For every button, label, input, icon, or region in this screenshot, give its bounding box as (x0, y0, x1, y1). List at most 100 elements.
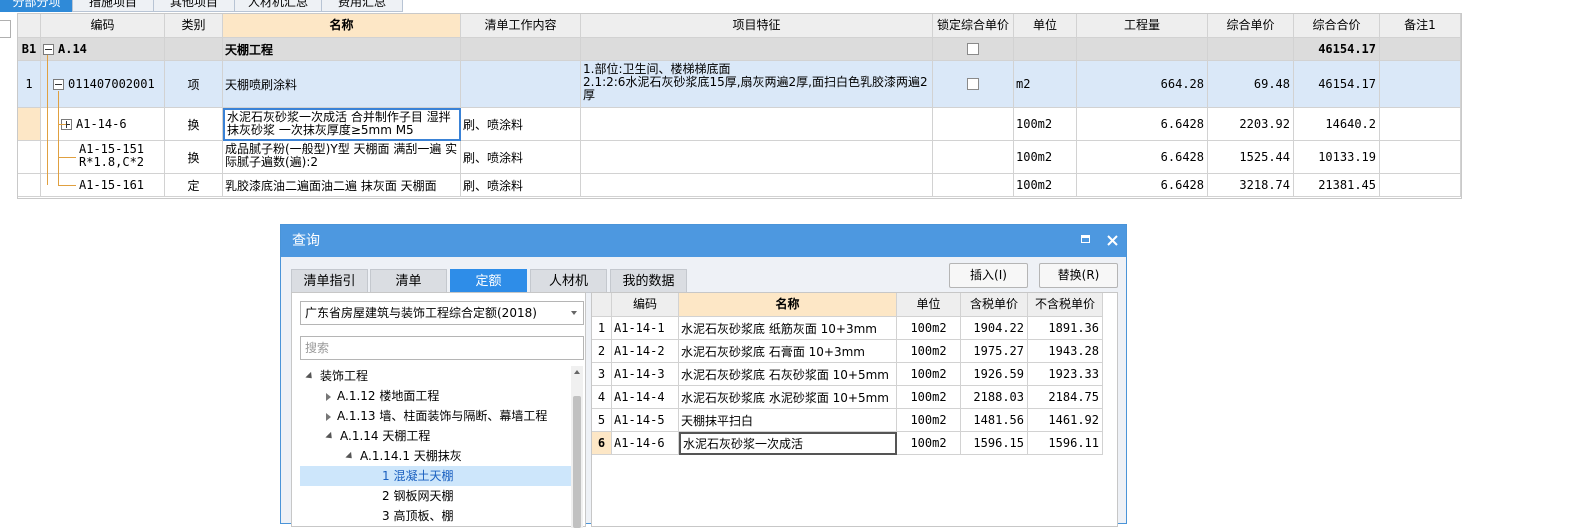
result-cell-tax-price[interactable]: 1904.22 (961, 317, 1028, 340)
table-row-code[interactable]: A.14 (41, 38, 165, 61)
table-cell-qty[interactable]: 6.6428 (1077, 108, 1208, 141)
table-cell-price[interactable] (1208, 38, 1294, 61)
tree-node-a114[interactable]: A.1.14 天棚工程 (300, 426, 571, 446)
tree-node-a113[interactable]: A.1.13 墙、柱面装饰与隔断、幕墙工程 (300, 406, 571, 426)
tree-node-steel-mesh-ceiling[interactable]: 2 钢板网天棚 (300, 486, 571, 506)
col-header-total[interactable]: 综合合价 (1294, 14, 1380, 38)
result-cell-code[interactable]: A1-14-4 (612, 386, 679, 409)
tree-node-a1141[interactable]: A.1.14.1 天棚抹灰 (300, 446, 571, 466)
table-cell-price[interactable]: 1525.44 (1208, 141, 1294, 174)
result-cell-code[interactable]: A1-14-3 (612, 363, 679, 386)
result-cell-notax-price[interactable]: 1943.28 (1028, 340, 1103, 363)
result-cell-name-active[interactable]: 水泥石灰砂浆一次成活 (679, 432, 897, 455)
replace-button[interactable]: 替换(R) (1039, 263, 1118, 288)
table-cell-price[interactable]: 3218.74 (1208, 174, 1294, 197)
result-cell-code[interactable]: A1-14-1 (612, 317, 679, 340)
insert-button[interactable]: 插入(I) (949, 263, 1028, 288)
tab-feiyong-huizong[interactable]: 费用汇总 (321, 0, 403, 12)
result-cell-name[interactable]: 水泥石灰砂浆底 纸筋灰面 10+3mm (679, 317, 897, 340)
result-cell-notax-price[interactable]: 1923.33 (1028, 363, 1103, 386)
expanded-triangle-icon[interactable] (325, 431, 335, 442)
result-cell-unit[interactable]: 100m2 (897, 432, 961, 455)
table-cell-feature[interactable] (581, 38, 933, 61)
col-header-qty[interactable]: 工程量 (1077, 14, 1208, 38)
tab-bill-guide[interactable]: 清单指引 (291, 269, 368, 293)
result-cell-tax-price[interactable]: 1926.59 (961, 363, 1028, 386)
col-header-feature[interactable]: 项目特征 (581, 14, 933, 38)
table-cell-qty[interactable]: 6.6428 (1077, 174, 1208, 197)
close-icon[interactable] (1107, 235, 1118, 246)
table-cell-type[interactable]: 换 (165, 141, 223, 174)
col-header-code[interactable]: 编码 (612, 293, 679, 317)
table-cell-total[interactable]: 21381.45 (1294, 174, 1380, 197)
table-cell-name[interactable]: 天棚工程 (223, 38, 461, 61)
result-cell-unit[interactable]: 100m2 (897, 363, 961, 386)
expanded-triangle-icon[interactable] (305, 371, 315, 382)
tab-my-data[interactable]: 我的数据 (610, 269, 687, 293)
col-header-name[interactable]: 名称 (223, 14, 461, 38)
table-cell-note[interactable] (1380, 61, 1461, 108)
table-cell-note[interactable] (1380, 141, 1461, 174)
table-cell-type[interactable]: 项 (165, 61, 223, 108)
table-cell-work[interactable] (461, 61, 581, 108)
expanded-triangle-icon[interactable] (345, 451, 355, 462)
col-header-price[interactable]: 综合单价 (1208, 14, 1294, 38)
table-cell-work[interactable]: 刷、喷涂料 (461, 174, 581, 197)
search-input[interactable] (300, 336, 584, 360)
tree-node-high-ceiling[interactable]: 3 高顶板、棚 (300, 506, 571, 526)
col-header-name[interactable]: 名称 (679, 293, 897, 317)
col-header-code[interactable]: 编码 (41, 14, 165, 38)
tab-cuoshixiangmu[interactable]: 措施项目 (72, 0, 154, 12)
table-cell-unit[interactable]: m2 (1014, 61, 1077, 108)
result-cell-tax-price[interactable]: 1596.15 (961, 432, 1028, 455)
table-cell-type[interactable]: 定 (165, 174, 223, 197)
table-cell-price[interactable]: 69.48 (1208, 61, 1294, 108)
col-header-type[interactable]: 类别 (165, 14, 223, 38)
table-cell-note[interactable] (1380, 38, 1461, 61)
table-row-code[interactable]: 011407002001 (41, 61, 165, 108)
tree-node-decoration[interactable]: 装饰工程 (300, 366, 571, 386)
lock-price-checkbox[interactable] (967, 43, 979, 55)
scroll-thumb[interactable] (573, 396, 581, 528)
table-cell-name[interactable]: 成品腻子粉(一般型)Y型 天棚面 满刮一遍 实际腻子遍数(遍):2 (223, 141, 461, 174)
collapse-icon[interactable] (53, 78, 64, 90)
result-cell-notax-price[interactable]: 2184.75 (1028, 386, 1103, 409)
result-cell-tax-price[interactable]: 1975.27 (961, 340, 1028, 363)
result-cell-unit[interactable]: 100m2 (897, 340, 961, 363)
tab-bill[interactable]: 清单 (370, 269, 447, 293)
table-cell-type[interactable] (165, 38, 223, 61)
tab-rencaiji-huizong[interactable]: 人材机汇总 (234, 0, 322, 12)
result-cell-notax-price[interactable]: 1461.92 (1028, 409, 1103, 432)
table-cell-type[interactable]: 换 (165, 108, 223, 141)
result-cell-tax-price[interactable]: 2188.03 (961, 386, 1028, 409)
table-cell-unit[interactable]: 100m2 (1014, 174, 1077, 197)
result-cell-unit[interactable]: 100m2 (897, 409, 961, 432)
table-cell-qty[interactable]: 664.28 (1077, 61, 1208, 108)
tab-quota[interactable]: 定额 (450, 269, 527, 293)
table-cell-note[interactable] (1380, 174, 1461, 197)
dialog-title-bar[interactable]: 查询 (281, 225, 1126, 257)
result-cell-code[interactable]: A1-14-2 (612, 340, 679, 363)
result-cell-unit[interactable]: 100m2 (897, 317, 961, 340)
result-cell-name[interactable]: 水泥石灰砂浆底 水泥砂浆面 10+5mm (679, 386, 897, 409)
table-cell-note[interactable] (1380, 108, 1461, 141)
table-cell-unit[interactable] (1014, 38, 1077, 61)
col-header-work[interactable]: 清单工作内容 (461, 14, 581, 38)
table-cell-feature[interactable] (581, 141, 933, 174)
maximize-icon[interactable] (1081, 235, 1090, 243)
table-cell-total[interactable]: 46154.17 (1294, 61, 1380, 108)
lock-price-checkbox[interactable] (967, 78, 979, 90)
table-cell-total[interactable]: 14640.2 (1294, 108, 1380, 141)
tab-material[interactable]: 人材机 (530, 269, 607, 293)
table-cell-qty[interactable]: 6.6428 (1077, 141, 1208, 174)
table-cell-qty[interactable] (1077, 38, 1208, 61)
table-cell-name[interactable]: 乳胶漆底油二遍面油二遍 抹灰面 天棚面 (223, 174, 461, 197)
table-cell-total[interactable]: 46154.17 (1294, 38, 1380, 61)
result-cell-unit[interactable]: 100m2 (897, 386, 961, 409)
collapsed-triangle-icon[interactable] (326, 412, 331, 421)
col-header-note[interactable]: 备注1 (1380, 14, 1461, 38)
table-cell-work[interactable]: 刷、喷涂料 (461, 141, 581, 174)
collapse-icon[interactable] (43, 43, 54, 55)
table-cell-work[interactable]: 刷、喷涂料 (461, 108, 581, 141)
table-cell-price[interactable]: 2203.92 (1208, 108, 1294, 141)
